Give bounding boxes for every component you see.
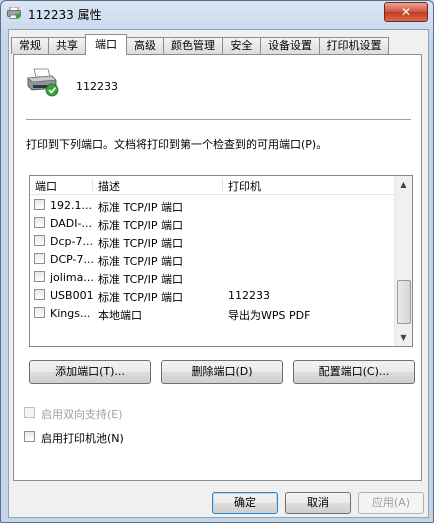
list-item[interactable]: jolima... 标准 TCP/IP 端口	[30, 268, 396, 286]
ok-button[interactable]: 确定	[212, 492, 278, 514]
port-description: 标准 TCP/IP 端口	[98, 273, 183, 286]
ports-description: 打印到下列端口。文档将打印到第一个检查到的可用端口(P)。	[26, 138, 328, 151]
ports-tab-panel: 112233 打印到下列端口。文档将打印到第一个检查到的可用端口(P)。 端口 …	[13, 54, 422, 481]
tab-strip: 常规 共享 端口 高级 颜色管理 安全 设备设置 打印机设置	[11, 34, 427, 55]
port-name: Dcp-7...	[50, 235, 93, 248]
apply-button: 应用(A)	[358, 492, 424, 514]
title-bar[interactable]: 112233 属性 ✕	[1, 1, 433, 25]
window-title: 112233 属性	[28, 8, 102, 22]
list-header: 端口 描述 打印机	[30, 176, 396, 195]
column-divider[interactable]	[222, 178, 223, 192]
port-name: DCP-7...	[50, 253, 94, 266]
bidirectional-support-label: 启用双向支持(E)	[41, 408, 123, 421]
column-header-printer[interactable]: 打印机	[228, 178, 261, 194]
scroll-down-icon[interactable]: ▼	[395, 329, 412, 346]
port-name: 192.1...	[50, 199, 92, 212]
port-description: 标准 TCP/IP 端口	[98, 291, 183, 304]
vertical-scrollbar[interactable]: ▲ ▼	[394, 176, 412, 346]
bidirectional-support-checkbox	[24, 407, 35, 418]
port-printer: 112233	[228, 289, 270, 302]
tab-sharing[interactable]: 共享	[48, 37, 86, 54]
cancel-button[interactable]: 取消	[285, 492, 351, 514]
port-checkbox[interactable]	[34, 253, 45, 264]
dialog-client: 常规 共享 端口 高级 颜色管理 安全 设备设置 打印机设置 112233 打印…	[8, 29, 429, 518]
printer-pooling-checkbox[interactable]	[24, 431, 35, 442]
tab-security[interactable]: 安全	[222, 37, 261, 54]
tab-device-settings[interactable]: 设备设置	[260, 37, 320, 54]
port-name: jolima...	[50, 271, 94, 284]
port-checkbox[interactable]	[34, 235, 45, 246]
port-name: DADI-...	[50, 217, 92, 230]
list-item[interactable]: Dcp-7... 标准 TCP/IP 端口	[30, 232, 396, 250]
list-item[interactable]: 192.1... 标准 TCP/IP 端口	[30, 196, 396, 214]
port-description: 标准 TCP/IP 端口	[98, 201, 183, 214]
port-description: 标准 TCP/IP 端口	[98, 237, 183, 250]
list-item[interactable]: DADI-... 标准 TCP/IP 端口	[30, 214, 396, 232]
properties-window: 112233 属性 ✕ 常规 共享 端口 高级 颜色管理 安全 设备设置 打印机…	[0, 0, 434, 523]
column-divider[interactable]	[92, 178, 93, 192]
port-checkbox[interactable]	[34, 199, 45, 210]
port-checkbox[interactable]	[34, 271, 45, 282]
close-button[interactable]: ✕	[384, 2, 428, 22]
printer-icon	[27, 68, 59, 97]
tab-advanced[interactable]: 高级	[126, 37, 164, 54]
port-name: Kings...	[50, 307, 91, 320]
tab-color-management[interactable]: 颜色管理	[163, 37, 223, 54]
ports-list[interactable]: 端口 描述 打印机 192.1... 标准 TCP/IP 端口 DADI-...…	[29, 175, 413, 347]
tab-general[interactable]: 常规	[11, 37, 49, 54]
scroll-up-icon[interactable]: ▲	[395, 176, 412, 193]
tab-printer-settings[interactable]: 打印机设置	[319, 37, 389, 54]
port-checkbox[interactable]	[34, 307, 45, 318]
port-description: 标准 TCP/IP 端口	[98, 219, 183, 232]
printer-pooling-label[interactable]: 启用打印机池(N)	[41, 430, 124, 446]
add-port-button[interactable]: 添加端口(T)...	[29, 360, 151, 384]
printer-icon	[7, 7, 21, 19]
separator	[26, 119, 411, 120]
list-item[interactable]: USB001 标准 TCP/IP 端口 112233	[30, 286, 396, 304]
column-header-port[interactable]: 端口	[35, 178, 57, 194]
list-item[interactable]: DCP-7... 标准 TCP/IP 端口	[30, 250, 396, 268]
port-printer: 导出为WPS PDF	[228, 309, 311, 322]
column-header-description[interactable]: 描述	[98, 178, 120, 194]
port-checkbox[interactable]	[34, 217, 45, 228]
configure-port-button[interactable]: 配置端口(C)...	[293, 360, 415, 384]
port-name: USB001	[50, 289, 94, 302]
port-description: 标准 TCP/IP 端口	[98, 255, 183, 268]
list-item[interactable]: Kings... 本地端口 导出为WPS PDF	[30, 304, 396, 322]
port-checkbox[interactable]	[34, 289, 45, 300]
scroll-thumb[interactable]	[397, 280, 411, 324]
port-description: 本地端口	[98, 309, 142, 322]
printer-name: 112233	[76, 80, 118, 93]
delete-port-button[interactable]: 删除端口(D)	[161, 360, 283, 384]
tab-ports[interactable]: 端口	[85, 34, 127, 55]
